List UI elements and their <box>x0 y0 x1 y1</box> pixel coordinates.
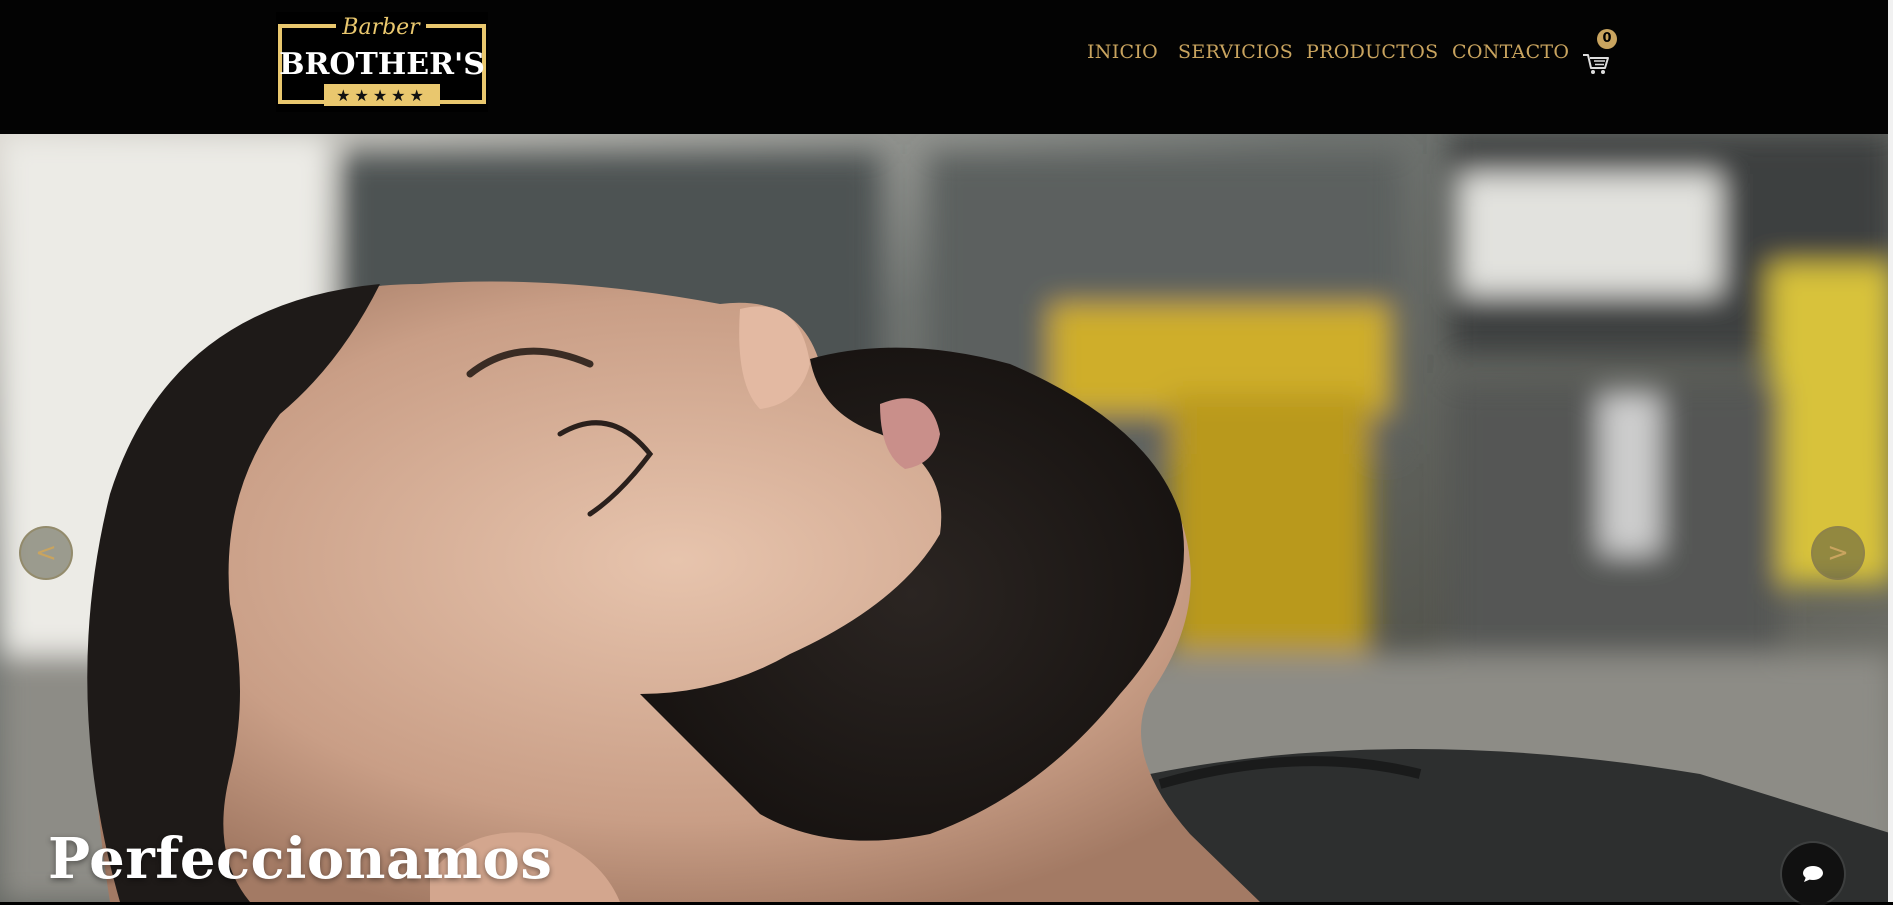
logo-graphic: Barber BROTHER'S ★★★★★ <box>278 15 486 106</box>
cart-count-badge: 0 <box>1597 29 1617 49</box>
page-scrollbar[interactable] <box>1888 0 1893 902</box>
site-header: Barber BROTHER'S ★★★★★ INICIO SERVICIOS … <box>0 0 1893 134</box>
cart-button[interactable]: 0 <box>1580 26 1617 80</box>
nav-inicio[interactable]: INICIO <box>1087 41 1158 63</box>
shopping-cart-icon <box>1583 54 1609 74</box>
svg-text:BROTHER'S: BROTHER'S <box>279 47 485 82</box>
nav-servicios[interactable]: SERVICIOS <box>1178 41 1293 63</box>
hero-photo-barber-client <box>0 134 1893 902</box>
hero-slider: < > Perfeccionamos <box>0 134 1893 902</box>
svg-text:Barber: Barber <box>341 15 421 40</box>
svg-text:★★★★★: ★★★★★ <box>336 86 428 105</box>
hero-headline: Perfeccionamos <box>48 826 553 892</box>
nav-contacto[interactable]: CONTACTO <box>1452 41 1569 63</box>
main-nav: INICIO SERVICIOS PRODUCTOS CONTACTO <box>1080 41 1893 71</box>
slider-next-button[interactable]: > <box>1811 526 1865 580</box>
chat-widget-button[interactable] <box>1782 843 1844 905</box>
slider-prev-button[interactable]: < <box>19 526 73 580</box>
brand-logo[interactable]: Barber BROTHER'S ★★★★★ <box>276 12 488 112</box>
nav-productos[interactable]: PRODUCTOS <box>1306 41 1438 63</box>
chat-bubble-icon <box>1803 866 1823 882</box>
